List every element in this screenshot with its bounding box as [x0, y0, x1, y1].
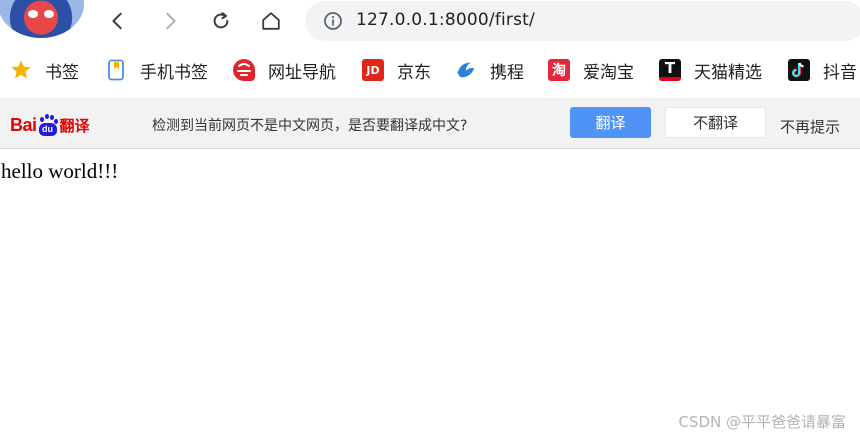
bookmark-bookmarks[interactable]: 书签: [10, 58, 79, 83]
reload-button[interactable]: [205, 5, 237, 37]
phone-bookmark-icon: [105, 59, 127, 81]
avatar-eye-left: [28, 10, 38, 18]
logo-fanyi-text: 翻译: [59, 117, 90, 135]
chevron-right-icon: [166, 12, 176, 30]
bookmark-taobao[interactable]: 淘 爱淘宝: [548, 58, 634, 83]
never-prompt-link[interactable]: 不再提示: [780, 116, 840, 137]
ctrip-icon: [455, 59, 477, 81]
forward-button[interactable]: [154, 5, 186, 37]
baidu-translate-logo: Bai du 翻译: [10, 106, 90, 136]
browser-toolbar: 127.0.0.1:8000/first/: [0, 0, 860, 43]
bookmark-ctrip[interactable]: 携程: [455, 58, 524, 83]
reload-icon: [213, 12, 229, 29]
home-icon: [262, 12, 280, 30]
body-text: hello world!!!: [1, 159, 119, 183]
avatar-eye-right: [44, 10, 54, 18]
address-bar[interactable]: 127.0.0.1:8000/first/: [305, 1, 860, 41]
translate-prompt: 检测到当前网页不是中文网页，是否要翻译成中文?: [152, 118, 468, 134]
bookmark-label: 网址导航: [268, 62, 336, 83]
dont-translate-button[interactable]: 不翻译: [665, 107, 766, 138]
bookmark-label: 抖音: [823, 62, 857, 83]
bookmark-label: 京东: [397, 62, 431, 83]
bookmark-label: 携程: [490, 62, 524, 83]
home-button[interactable]: [255, 5, 287, 37]
logo-du-text: du: [38, 123, 57, 136]
bookmark-mobile[interactable]: 手机书签: [105, 58, 208, 83]
tmall-icon: T: [659, 59, 681, 81]
translate-bar: Bai du 翻译 检测到当前网页不是中文网页，是否要翻译成中文? 翻译 不翻译…: [0, 98, 860, 149]
url-text[interactable]: 127.0.0.1:8000/first/: [356, 10, 535, 30]
csdn-watermark: CSDN @平平爸爸请暴富: [678, 413, 846, 431]
bookmark-site-nav[interactable]: 网址导航: [233, 58, 336, 83]
bookmark-douyin[interactable]: 抖音: [788, 58, 857, 83]
bookmarks-bar: 书签 手机书签 网址导航 JD 京东 携程 淘 爱淘宝 T 天猫精选 抖音: [0, 43, 860, 98]
taobao-icon: 淘: [548, 59, 570, 81]
star-icon: [10, 59, 32, 81]
info-circle-icon[interactable]: [323, 11, 343, 31]
chevron-left-icon: [112, 12, 122, 30]
translate-button[interactable]: 翻译: [570, 107, 651, 138]
bookmark-label: 天猫精选: [694, 62, 762, 83]
site-nav-icon: [233, 59, 255, 81]
page-content: hello world!!! CSDN @平平爸爸请暴富: [0, 149, 860, 438]
baidu-paw-icon: du: [38, 114, 58, 136]
back-button[interactable]: [102, 5, 134, 37]
profile-avatar[interactable]: [0, 0, 84, 38]
bookmark-tmall[interactable]: T 天猫精选: [659, 58, 762, 83]
douyin-icon: [788, 59, 810, 81]
bookmark-label: 爱淘宝: [583, 62, 634, 83]
bookmark-label: 书签: [45, 62, 79, 83]
bookmark-jd[interactable]: JD 京东: [362, 58, 431, 83]
logo-bai-text: Bai: [10, 115, 37, 135]
bookmark-label: 手机书签: [140, 62, 208, 83]
jd-icon: JD: [362, 59, 384, 81]
